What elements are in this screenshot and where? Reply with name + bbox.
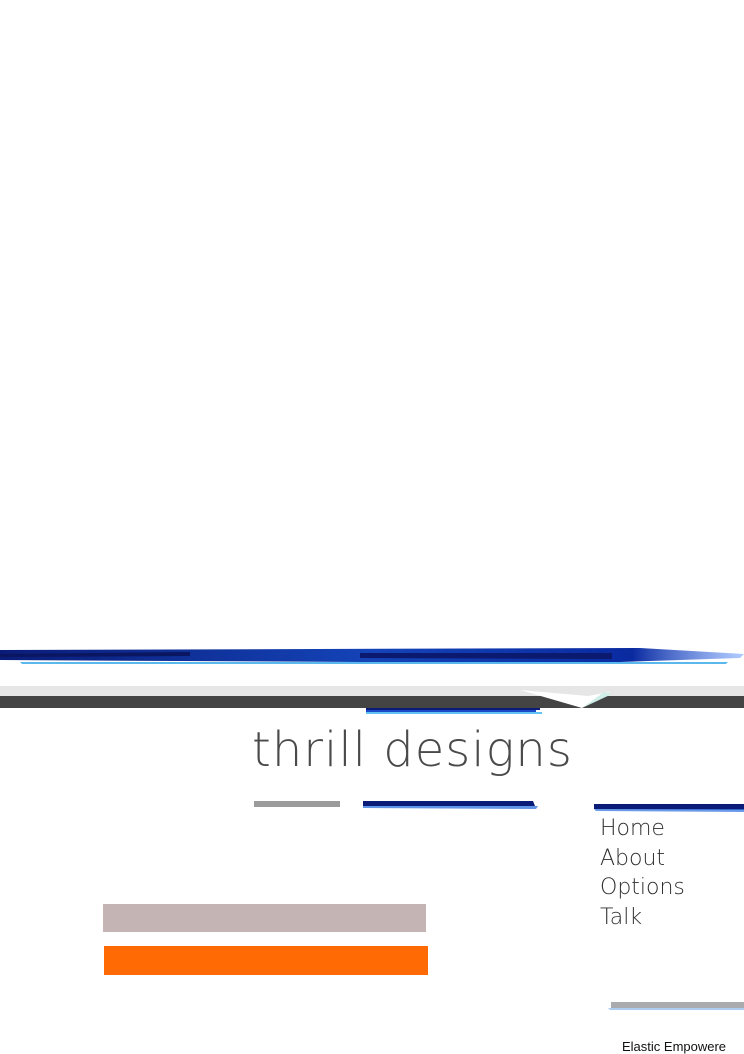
title-blue-underline (363, 801, 538, 809)
rose-color-bar (103, 904, 426, 932)
footer-gray-bar (608, 1002, 744, 1010)
orange-color-bar (104, 946, 428, 975)
site-title: thrill designs (252, 722, 573, 778)
nav-item-talk[interactable]: Talk (600, 903, 685, 933)
nav-item-home[interactable]: Home (600, 814, 685, 844)
header-band-ornament (366, 690, 612, 714)
title-gray-dash (254, 801, 340, 807)
nav-blue-stroke (594, 804, 744, 812)
nav-item-about[interactable]: About (600, 844, 685, 874)
main-nav: Home About Options Talk (600, 814, 685, 932)
nav-item-options[interactable]: Options (600, 873, 685, 903)
blue-brush-stroke-top (0, 648, 744, 664)
